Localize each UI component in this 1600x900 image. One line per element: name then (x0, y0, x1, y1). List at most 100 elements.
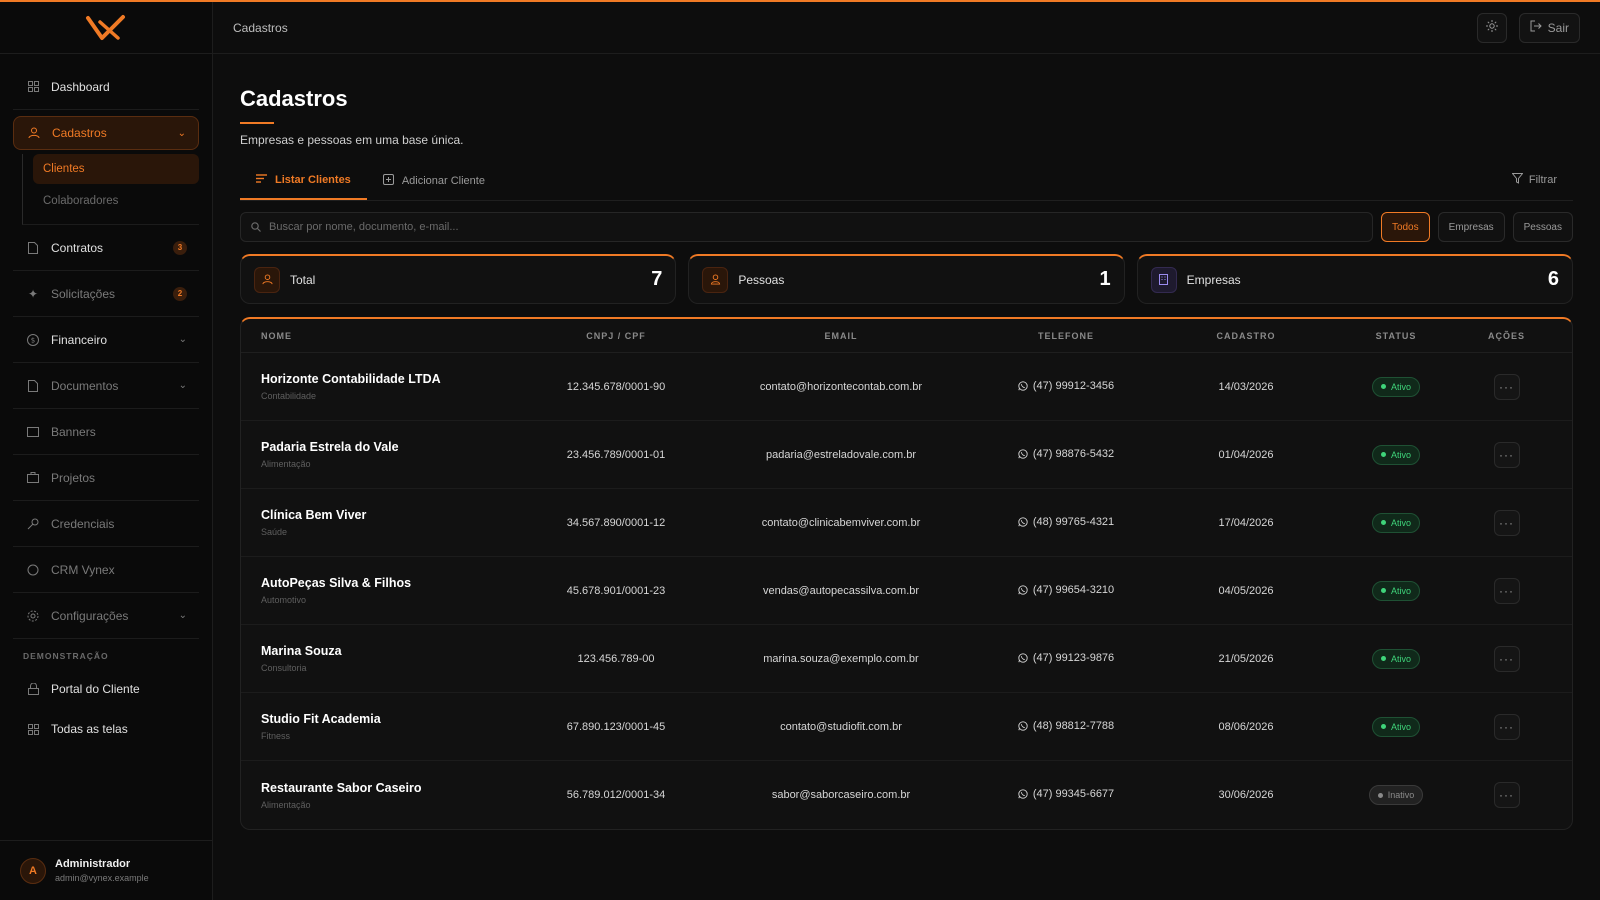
stat-label: Pessoas (738, 272, 785, 287)
table-row[interactable]: Clínica Bem Viver Saúde 34.567.890/0001-… (241, 489, 1572, 557)
grid-icon (25, 721, 41, 737)
sidebar-item-credenciais[interactable]: Credenciais (13, 501, 199, 547)
client-phone[interactable]: (48) 99765-4321 (1018, 516, 1114, 528)
sidebar-item-crm-vynex[interactable]: CRM Vynex (13, 547, 199, 593)
table-row[interactable]: AutoPeças Silva & Filhos Automotivo 45.6… (241, 557, 1572, 625)
client-name[interactable]: Marina Souza (261, 644, 541, 658)
client-name[interactable]: Horizonte Contabilidade LTDA (261, 372, 541, 386)
search-input[interactable] (269, 221, 1362, 233)
sidebar-item-contratos[interactable]: Contratos 3 (13, 225, 199, 271)
column-header-status[interactable]: STATUS (1351, 331, 1441, 341)
client-document: 23.456.789/0001-01 (566, 448, 666, 461)
status-label: Ativo (1390, 721, 1411, 732)
client-phone[interactable]: (47) 99345-6677 (1018, 788, 1114, 800)
tab-adicionar-cliente[interactable]: Adicionar Cliente (367, 161, 501, 200)
sidebar-item-todas-as-telas[interactable]: Todas as telas (13, 709, 199, 749)
vynex-logo-icon (86, 14, 125, 40)
row-actions-button[interactable]: ··· (1493, 509, 1520, 536)
logo[interactable] (0, 2, 212, 54)
segment-todos[interactable]: Todos (1380, 212, 1430, 242)
topbar: Cadastros Sair (213, 2, 1600, 54)
column-header-nome[interactable]: NOME (241, 331, 541, 341)
table-row[interactable]: Studio Fit Academia Fitness 67.890.123/0… (241, 693, 1572, 761)
table-header: NOME CNPJ / CPF EMAIL TELEFONE CADASTRO … (241, 319, 1572, 353)
sidebar-item-label: Documentos (51, 378, 119, 393)
building-icon (1150, 266, 1177, 293)
sidebar-item-solicitacoes[interactable]: ✦ Solicitações 2 (13, 271, 199, 317)
phone-number: (47) 99123-9876 (1032, 651, 1115, 664)
sidebar-subitem-clientes[interactable]: Clientes (33, 154, 199, 184)
stat-value: 6 (1547, 268, 1559, 290)
list-icon (256, 173, 267, 186)
phone-number: (47) 99654-3210 (1032, 583, 1115, 596)
sidebar-item-portal-do-cliente[interactable]: Portal do Cliente (13, 669, 199, 709)
row-actions-button[interactable]: ··· (1493, 713, 1520, 740)
segment-pessoas[interactable]: Pessoas (1512, 212, 1573, 242)
logout-button[interactable]: Sair (1518, 12, 1580, 43)
column-header-email[interactable]: EMAIL (691, 331, 991, 341)
sidebar-item-banners[interactable]: Banners (13, 409, 199, 455)
whatsapp-icon (1018, 448, 1028, 459)
client-name[interactable]: Studio Fit Academia (261, 712, 541, 726)
chevron-down-icon: ⌄ (178, 380, 187, 391)
client-category: Automotivo (261, 595, 307, 605)
client-phone[interactable]: (47) 99123-9876 (1018, 652, 1114, 664)
client-name[interactable]: Clínica Bem Viver (261, 508, 541, 522)
sidebar-item-cadastros[interactable]: Cadastros ⌄ (13, 116, 199, 150)
stat-label: Total (290, 272, 316, 287)
client-phone[interactable]: (47) 99654-3210 (1018, 584, 1114, 596)
table-row[interactable]: Restaurante Sabor Caseiro Alimentação 56… (241, 761, 1572, 829)
sidebar-item-financeiro[interactable]: $ Financeiro ⌄ (13, 317, 199, 363)
client-phone[interactable]: (48) 98812-7788 (1018, 720, 1114, 732)
chat-icon (25, 562, 41, 578)
sidebar-item-label: Cadastros (52, 126, 107, 140)
page-title: Cadastros (240, 86, 348, 111)
row-actions-button[interactable]: ··· (1493, 645, 1520, 672)
row-actions-button[interactable]: ··· (1493, 441, 1520, 468)
sidebar-subitem-colaboradores[interactable]: Colaboradores (33, 186, 199, 216)
chevron-down-icon: ⌄ (178, 610, 187, 621)
sidebar-item-label: Configurações (51, 608, 129, 623)
user-profile[interactable]: A Administrador admin@vynex.example (0, 840, 212, 900)
tab-listar-clientes[interactable]: Listar Clientes (240, 161, 367, 200)
segment-empresas[interactable]: Empresas (1437, 212, 1505, 242)
client-name[interactable]: Padaria Estrela do Vale (261, 440, 541, 454)
client-registration-date: 21/05/2026 (1218, 652, 1274, 665)
sidebar-nav: Dashboard Cadastros ⌄ Clientes Colaborad… (0, 54, 212, 749)
table-row[interactable]: Marina Souza Consultoria 123.456.789-00 … (241, 625, 1572, 693)
stat-value: 7 (651, 268, 663, 290)
row-actions-button[interactable]: ··· (1493, 577, 1520, 604)
column-header-documento[interactable]: CNPJ / CPF (541, 331, 691, 341)
client-email: padaria@estreladovale.com.br (766, 448, 916, 461)
table-row[interactable]: Padaria Estrela do Vale Alimentação 23.4… (241, 421, 1572, 489)
client-category: Consultoria (261, 663, 307, 673)
theme-toggle-button[interactable] (1476, 12, 1507, 43)
column-header-telefone[interactable]: TELEFONE (991, 331, 1141, 341)
status-dot (1380, 656, 1386, 662)
client-document: 45.678.901/0001-23 (566, 584, 666, 597)
table-row[interactable]: Horizonte Contabilidade LTDA Contabilida… (241, 353, 1572, 421)
logout-label: Sair (1547, 20, 1569, 35)
client-phone[interactable]: (47) 99912-3456 (1018, 380, 1114, 392)
client-phone[interactable]: (47) 98876-5432 (1018, 448, 1114, 460)
lock-icon (25, 681, 41, 697)
user-icon (702, 266, 729, 293)
row-actions-button[interactable]: ··· (1493, 782, 1520, 808)
column-header-cadastro[interactable]: CADASTRO (1141, 331, 1351, 341)
user-name: Administrador (55, 858, 131, 870)
funnel-icon (1511, 173, 1524, 187)
row-actions-button[interactable]: ··· (1493, 373, 1520, 400)
client-document: 56.789.012/0001-34 (566, 789, 666, 801)
client-name[interactable]: AutoPeças Silva & Filhos (261, 576, 541, 590)
file-icon (25, 240, 41, 256)
client-name[interactable]: Restaurante Sabor Caseiro (261, 781, 541, 795)
sidebar: Dashboard Cadastros ⌄ Clientes Colaborad… (0, 2, 213, 900)
sidebar-item-documentos[interactable]: Documentos ⌄ (13, 363, 199, 409)
sidebar-item-configuracoes[interactable]: Configurações ⌄ (13, 593, 199, 639)
user-email: admin@vynex.example (55, 873, 149, 883)
client-registration-date: 17/04/2026 (1218, 516, 1274, 529)
sidebar-item-label: Portal do Cliente (51, 682, 140, 696)
sidebar-item-dashboard[interactable]: Dashboard (13, 64, 199, 110)
sidebar-item-projetos[interactable]: Projetos (13, 455, 199, 501)
filter-button[interactable]: Filtrar (1511, 161, 1557, 199)
